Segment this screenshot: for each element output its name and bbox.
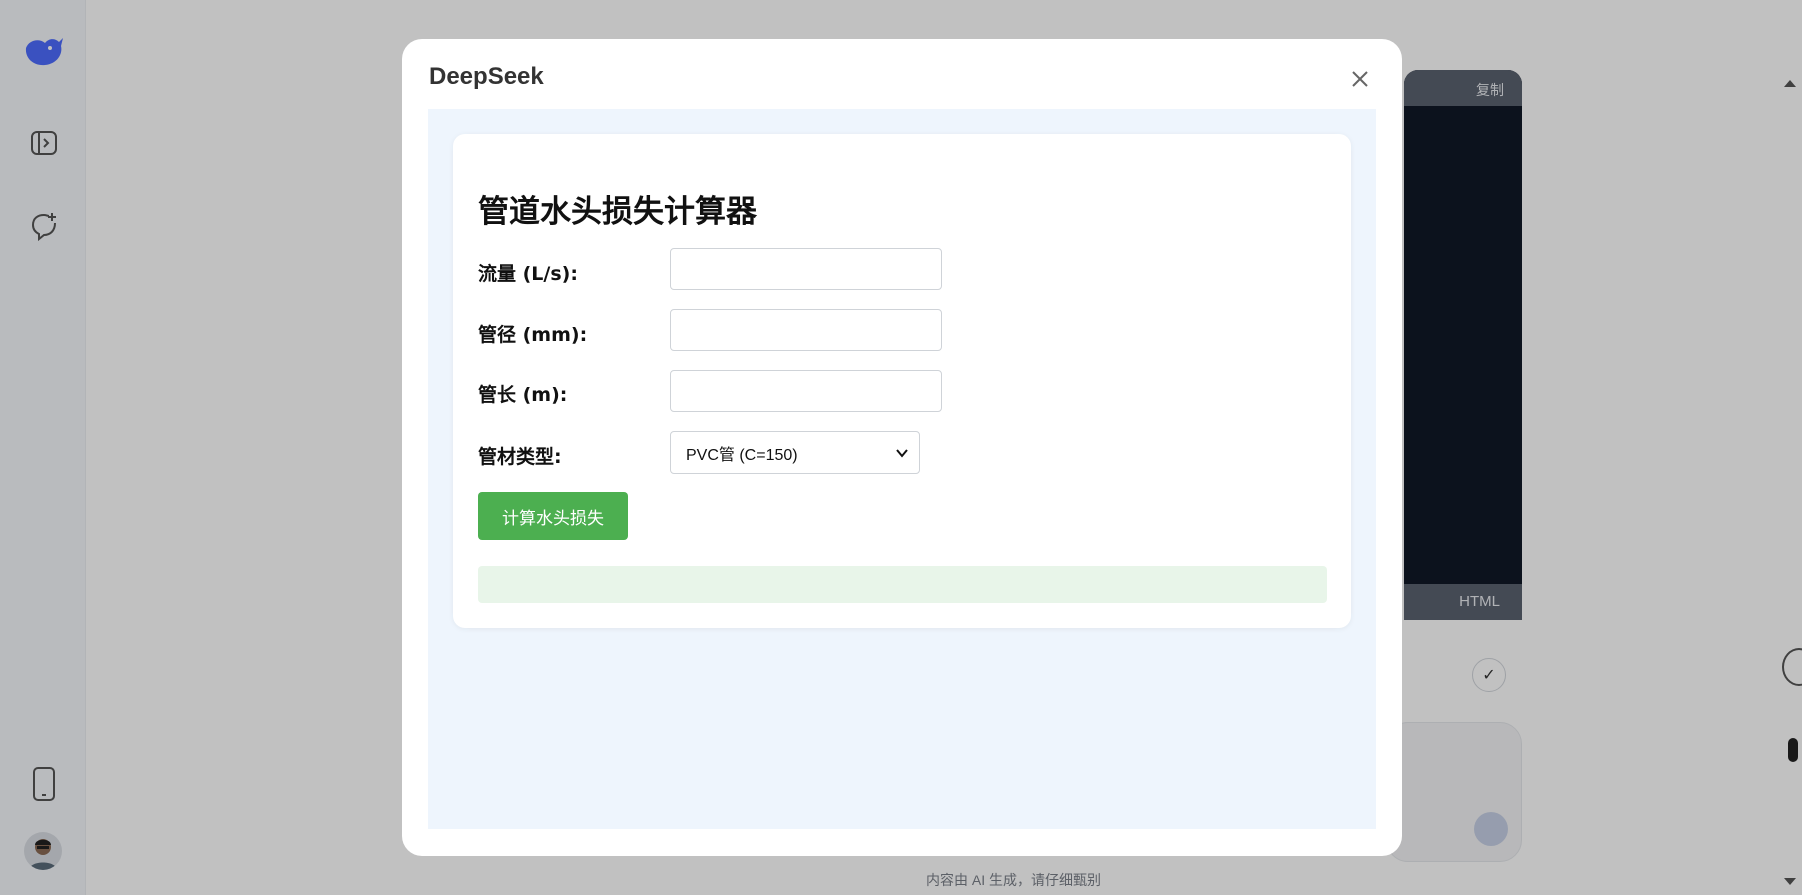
result-box [478, 566, 1327, 603]
diameter-label: 管径 (mm): [478, 324, 588, 346]
length-input[interactable] [670, 370, 942, 412]
length-label: 管长 (m): [478, 384, 568, 406]
preview-frame: 管道水头损失计算器 流量 (L/s): 管径 (mm): 管长 (m): 管材类… [428, 109, 1376, 829]
modal-title: DeepSeek [429, 63, 544, 90]
diameter-input[interactable] [670, 309, 942, 351]
calculate-button[interactable]: 计算水头损失 [478, 492, 628, 540]
calculator-card: 管道水头损失计算器 流量 (L/s): 管径 (mm): 管长 (m): 管材类… [453, 134, 1351, 628]
material-label: 管材类型: [478, 446, 562, 468]
flow-label: 流量 (L/s): [478, 263, 578, 285]
close-icon[interactable] [1348, 67, 1372, 91]
flow-input[interactable] [670, 248, 942, 290]
calculator-title: 管道水头损失计算器 [478, 194, 757, 230]
preview-modal: DeepSeek 管道水头损失计算器 流量 (L/s): 管径 (mm): 管长… [402, 39, 1402, 856]
chevron-down-icon [896, 449, 908, 458]
material-selected-value: PVC管 (C=150) [686, 446, 798, 464]
material-select[interactable]: PVC管 (C=150) [670, 431, 920, 474]
